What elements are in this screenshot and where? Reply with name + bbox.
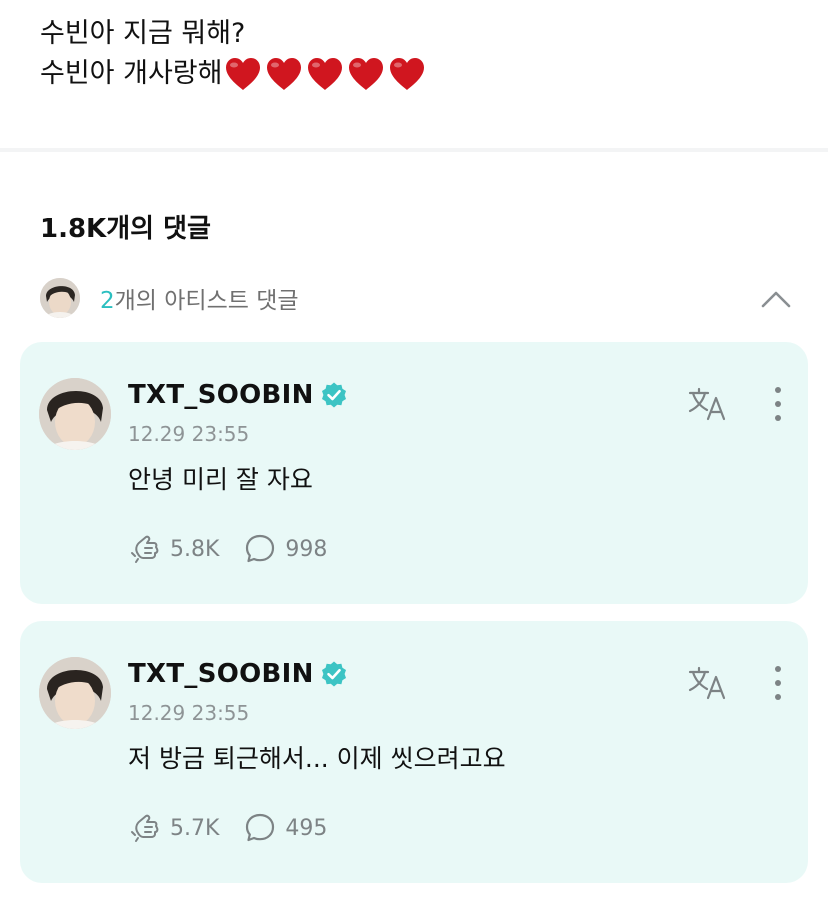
translate-icon[interactable] xyxy=(688,386,728,422)
post-line-2-text: 수빈아 개사랑해 xyxy=(40,58,223,89)
comment-metrics: 5.7K 495 xyxy=(128,811,327,845)
post-text: 수빈아 지금 뭐해? 수빈아 개사랑해 xyxy=(40,14,426,94)
reply-button[interactable]: 998 xyxy=(243,532,327,566)
more-vertical-icon[interactable] xyxy=(770,663,786,703)
heart-emoji-icon xyxy=(349,58,384,90)
reply-button[interactable]: 495 xyxy=(243,811,327,845)
comment-text: 안녕 미리 잘 자요 xyxy=(128,465,313,494)
artist-comments-label: 2개의 아티스트 댓글 xyxy=(100,281,299,315)
comment-timestamp: 12.29 23:55 xyxy=(128,422,250,446)
reply-count: 495 xyxy=(285,815,328,841)
artist-comments-count: 2 xyxy=(100,288,115,314)
heart-emoji-icon xyxy=(390,58,425,90)
like-hand-icon xyxy=(131,535,159,563)
artist-comments-toggle[interactable]: 2개의 아티스트 댓글 xyxy=(40,278,792,318)
avatar[interactable] xyxy=(39,378,111,450)
reply-count: 998 xyxy=(285,536,328,562)
post-line-1: 수빈아 지금 뭐해? xyxy=(40,18,246,49)
avatar[interactable] xyxy=(39,657,111,729)
section-divider xyxy=(0,148,828,152)
author-name: TXT_SOOBIN xyxy=(128,380,314,410)
post-line-2: 수빈아 개사랑해 xyxy=(40,54,426,94)
like-hand-icon xyxy=(131,814,159,842)
artist-avatar-small xyxy=(40,278,80,318)
like-button[interactable]: 5.7K xyxy=(128,811,219,845)
comment-text: 저 방금 퇴근해서... 이제 씻으려고요 xyxy=(128,744,506,773)
comment-author[interactable]: TXT_SOOBIN xyxy=(128,659,348,689)
more-vertical-icon[interactable] xyxy=(770,384,786,424)
comment-card[interactable]: TXT_SOOBIN 12.29 23:55 저 방금 퇴근해서... 이제 씻… xyxy=(20,621,808,883)
speech-bubble-icon xyxy=(246,534,275,563)
heart-emoji-icon xyxy=(267,58,302,90)
comment-author[interactable]: TXT_SOOBIN xyxy=(128,380,348,410)
heart-emoji-icon xyxy=(308,58,343,90)
comment-card[interactable]: TXT_SOOBIN 12.29 23:55 안녕 미리 잘 자요 5.8K 9… xyxy=(20,342,808,604)
like-count: 5.7K xyxy=(170,815,220,841)
verified-badge-icon xyxy=(321,382,346,408)
comment-timestamp: 12.29 23:55 xyxy=(128,701,250,725)
verified-badge-icon xyxy=(321,661,346,687)
heart-emoji-icon xyxy=(226,58,261,90)
artist-comments-text: 개의 아티스트 댓글 xyxy=(114,288,299,314)
comment-metrics: 5.8K 998 xyxy=(128,532,327,566)
like-button[interactable]: 5.8K xyxy=(128,532,219,566)
author-name: TXT_SOOBIN xyxy=(128,659,314,689)
translate-icon[interactable] xyxy=(688,665,728,701)
like-count: 5.8K xyxy=(170,536,220,562)
speech-bubble-icon xyxy=(246,813,275,842)
chevron-up-icon[interactable] xyxy=(760,284,792,312)
comments-count-title: 1.8K개의 댓글 xyxy=(40,214,211,244)
hearts-group xyxy=(224,56,426,92)
